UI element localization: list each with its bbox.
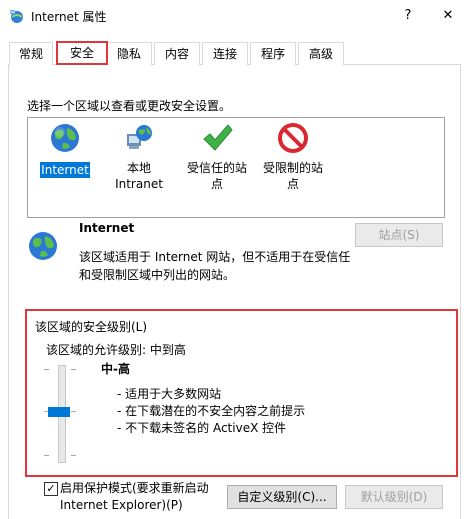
- window-title: Internet 属性: [31, 10, 107, 24]
- globe-icon: [51, 124, 79, 152]
- protected-mode-checkbox[interactable]: ✓: [44, 482, 58, 496]
- zone-info-description: 该区域适用于 Internet 网站，但不适用于在受信任和受限制区域中列出的网站…: [79, 250, 351, 282]
- level-description-line: - 适用于大多数网站: [117, 387, 222, 401]
- slider-tick: [44, 369, 49, 370]
- tab-advanced[interactable]: 高级: [298, 42, 344, 65]
- zone-internet[interactable]: Internet: [36, 122, 94, 178]
- level-description-line: - 在下载潜在的不安全内容之前提示: [117, 404, 306, 418]
- allowed-level-text: 该区域的允许级别: 中到高: [46, 343, 186, 357]
- zone-info-title: Internet: [79, 221, 135, 235]
- security-level-group-title: 该区域的安全级别(L): [35, 320, 148, 334]
- close-button[interactable]: ✕: [438, 6, 458, 26]
- slider-tick: [44, 455, 49, 456]
- protected-mode-label: 启用保护模式(要求重新启动 Internet Explorer)(P): [60, 480, 209, 514]
- security-level-slider-thumb[interactable]: [48, 407, 70, 417]
- slider-tick: [71, 369, 76, 370]
- tab-content[interactable]: 内容: [154, 42, 200, 65]
- protected-mode-label-line1: 启用保护模式(要求重新启动: [60, 481, 209, 495]
- globe-icon: [29, 232, 57, 260]
- slider-tick: [71, 455, 76, 456]
- zone-list: Internet 本地 Intranet 受信任的站 点 受限制的站 点: [27, 117, 445, 218]
- zone-prompt: 选择一个区域以查看或更改安全设置。: [27, 99, 232, 113]
- zone-label: 本地 Intranet: [115, 161, 163, 191]
- zone-label: Internet: [40, 162, 90, 178]
- zone-label: 受限制的站 点: [262, 161, 323, 191]
- red-no-icon: [278, 123, 308, 153]
- title-bar: Internet 属性 ? ✕: [0, 0, 467, 32]
- tab-security[interactable]: 安全: [56, 41, 108, 65]
- custom-level-button[interactable]: 自定义级别(C)...: [227, 485, 337, 509]
- zone-local-intranet[interactable]: 本地 Intranet: [110, 122, 168, 192]
- zone-label: 受信任的站 点: [186, 161, 247, 191]
- tab-programs[interactable]: 程序: [250, 42, 296, 65]
- default-level-button[interactable]: 默认级别(D): [345, 485, 443, 509]
- tab-connections[interactable]: 连接: [202, 42, 248, 65]
- intranet-globe-icon: [127, 125, 152, 149]
- green-check-icon: [203, 124, 233, 151]
- protected-mode-label-line2: Internet Explorer)(P): [60, 498, 183, 512]
- help-button[interactable]: ?: [398, 6, 418, 26]
- internet-properties-dialog: Internet 属性 ? ✕ 常规 安全 隐私 内容 连接 程序 高级 选择一…: [0, 0, 467, 519]
- zone-trusted-sites[interactable]: 受信任的站 点: [178, 122, 256, 192]
- slider-tick: [71, 411, 76, 412]
- zone-restricted-sites[interactable]: 受限制的站 点: [254, 122, 332, 192]
- sites-button[interactable]: 站点(S): [355, 223, 443, 247]
- security-level-name: 中-高: [101, 362, 130, 376]
- tab-general[interactable]: 常规: [9, 42, 53, 65]
- level-description-line: - 不下载未签名的 ActiveX 控件: [117, 421, 287, 435]
- tab-privacy[interactable]: 隐私: [106, 42, 152, 65]
- ie-globe-icon: [10, 10, 23, 23]
